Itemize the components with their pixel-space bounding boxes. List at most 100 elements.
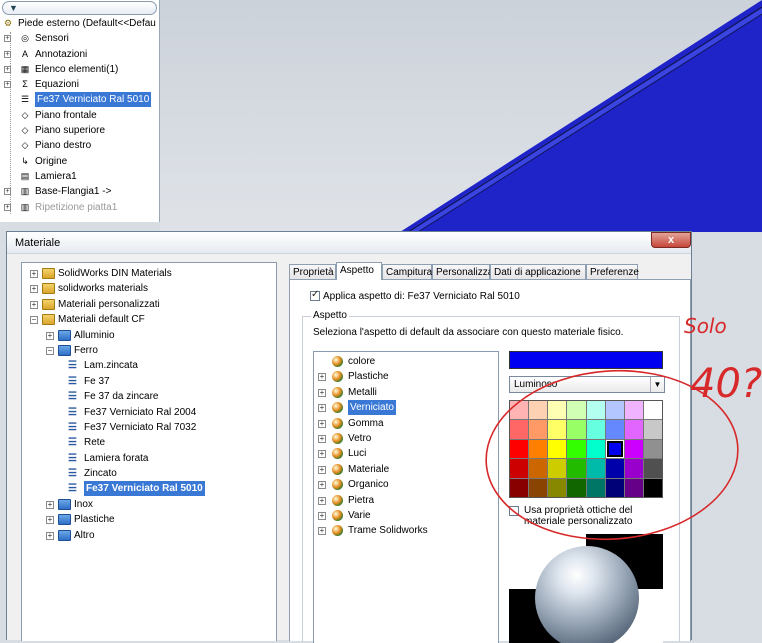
color-cell[interactable] (643, 401, 662, 420)
color-cell[interactable] (548, 401, 567, 420)
material-tree-item[interactable]: + Alluminio (22, 328, 276, 343)
color-cell[interactable] (510, 420, 529, 439)
dialog-titlebar[interactable]: Materiale x (7, 232, 691, 254)
expand-icon[interactable]: + (318, 388, 326, 397)
color-cell[interactable] (567, 420, 586, 439)
appearance-tree-item[interactable]: + Verniciato (314, 400, 498, 416)
material-tree-item[interactable]: + Materiali personalizzati (22, 297, 276, 312)
expand-icon[interactable]: + (30, 270, 38, 278)
color-cell[interactable] (624, 459, 643, 478)
tree-item[interactable]: ◇ Piano destro (0, 138, 159, 153)
color-cell[interactable] (548, 478, 567, 497)
color-cell[interactable] (624, 401, 643, 420)
apply-appearance-checkbox[interactable] (310, 289, 320, 302)
tree-item[interactable]: ◇ Piano frontale (0, 108, 159, 123)
expand-icon[interactable]: + (318, 419, 326, 428)
tree-item[interactable]: + ◎ Sensori (0, 31, 159, 46)
material-tree-item[interactable]: ☰ Fe37 Verniciato Ral 2004 (22, 405, 276, 420)
color-cell[interactable] (586, 439, 605, 459)
tree-item[interactable]: ◇ Piano superiore (0, 123, 159, 138)
tab-6[interactable]: Preferenze (586, 264, 639, 280)
expand-icon[interactable]: + (4, 65, 11, 73)
color-cell[interactable] (548, 459, 567, 478)
material-tree-item[interactable]: ☰ Rete (22, 435, 276, 450)
expand-icon[interactable]: + (46, 500, 54, 509)
color-cell[interactable] (510, 439, 529, 459)
expand-icon[interactable]: + (30, 285, 38, 294)
tree-item[interactable]: ▤ Lamiera1 (0, 169, 159, 184)
color-cell[interactable] (643, 459, 662, 478)
appearance-tree-item[interactable]: colore (314, 354, 498, 369)
tree-item[interactable]: ↳ Origine (0, 154, 159, 169)
color-cell[interactable] (510, 459, 529, 478)
color-cell[interactable] (529, 420, 548, 439)
collapse-icon[interactable]: − (30, 316, 38, 325)
expand-icon[interactable]: + (4, 203, 11, 211)
selected-color-swatch[interactable] (509, 351, 663, 369)
close-button[interactable]: x (651, 232, 691, 248)
material-tree-item[interactable]: ☰ Zincato (22, 466, 276, 481)
color-cell[interactable] (643, 478, 662, 497)
appearance-tree-item[interactable]: + Plastiche (314, 369, 498, 384)
color-palette[interactable] (509, 400, 663, 498)
material-library-tree[interactable]: + SolidWorks DIN Materials + solidworks mat… (21, 262, 277, 641)
color-cell[interactable] (510, 401, 529, 420)
finish-select[interactable]: Luminoso ▼ (509, 376, 665, 393)
material-tree-item[interactable]: − Ferro (22, 343, 276, 358)
expand-icon[interactable]: + (318, 465, 326, 474)
tree-item[interactable]: + A Annotazioni (0, 47, 159, 62)
color-cell[interactable] (529, 401, 548, 420)
expand-icon[interactable]: + (318, 404, 326, 413)
color-cell[interactable] (529, 459, 548, 478)
appearance-tree-item[interactable]: + Metalli (314, 385, 498, 400)
color-cell[interactable] (567, 439, 586, 459)
tab-2[interactable]: Aspetto (336, 262, 382, 280)
apply-appearance-row[interactable]: Applica aspetto di: Fe37 Verniciato Ral … (310, 289, 520, 302)
color-cell[interactable] (643, 420, 662, 439)
color-cell[interactable] (605, 459, 624, 478)
material-tree-item[interactable]: + Inox (22, 497, 276, 512)
appearance-tree-item[interactable]: + Gomma (314, 416, 498, 431)
color-cell[interactable] (567, 459, 586, 478)
feature-manager-tree[interactable]: ▼ ⚙ Piede esterno (Default<<Defau + ◎ Senso… (0, 0, 160, 222)
color-cell[interactable] (567, 478, 586, 497)
color-cell[interactable] (586, 420, 605, 439)
tab-5[interactable]: Dati di applicazione (490, 264, 586, 280)
expand-icon[interactable]: + (318, 434, 326, 443)
material-tree-item[interactable]: ☰ Fe 37 (22, 374, 276, 389)
expand-icon[interactable]: + (4, 35, 11, 43)
tree-item[interactable]: + ▦ Elenco elementi(1) (0, 62, 159, 77)
tab-1[interactable]: Proprietà (289, 264, 336, 280)
appearance-tree-item[interactable]: + Varie (314, 508, 498, 523)
expand-icon[interactable]: + (46, 531, 54, 540)
tree-item[interactable]: + ▥ Ripetizione piatta1 (0, 200, 159, 215)
tab-4[interactable]: Personalizza (432, 264, 493, 280)
chevron-down-icon[interactable]: ▼ (650, 377, 664, 392)
tree-item[interactable]: + Σ Equazioni (0, 77, 159, 92)
color-cell[interactable] (529, 478, 548, 497)
color-cell[interactable] (586, 459, 605, 478)
color-cell[interactable] (605, 439, 624, 459)
appearance-tree-item[interactable]: + Pietra (314, 493, 498, 508)
color-cell[interactable] (548, 420, 567, 439)
expand-icon[interactable]: + (318, 527, 326, 536)
color-cell[interactable] (529, 439, 548, 459)
material-tree-item[interactable]: ☰ Lam.zincata (22, 358, 276, 373)
expand-icon[interactable]: + (4, 50, 11, 58)
color-cell[interactable] (605, 478, 624, 497)
expand-icon[interactable]: + (318, 481, 326, 490)
material-tree-item[interactable]: − Materiali default CF (22, 312, 276, 327)
expand-icon[interactable]: + (318, 511, 326, 520)
color-cell[interactable] (586, 401, 605, 420)
graphics-viewport[interactable] (160, 0, 762, 232)
appearance-tree-item[interactable]: + Luci (314, 446, 498, 461)
material-tree-item[interactable]: + SolidWorks DIN Materials (22, 266, 276, 281)
material-tree-item[interactable]: + Altro (22, 528, 276, 543)
expand-icon[interactable]: + (318, 373, 326, 382)
material-tree-item[interactable]: ☰ Fe37 Verniciato Ral 7032 (22, 420, 276, 435)
tree-item[interactable]: + ▥ Base-Flangia1 -> (0, 184, 159, 199)
color-cell[interactable] (548, 439, 567, 459)
appearance-tree-item[interactable]: + Vetro (314, 431, 498, 446)
appearance-tree-item[interactable]: + Trame Solidworks (314, 523, 498, 538)
expand-icon[interactable]: + (318, 450, 326, 459)
